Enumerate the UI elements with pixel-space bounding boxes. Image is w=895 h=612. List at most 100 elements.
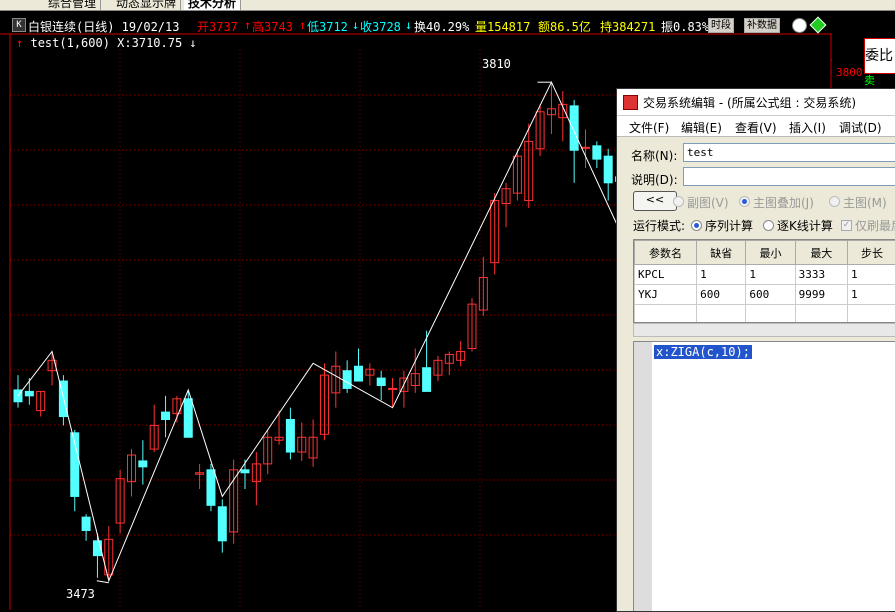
table-cell[interactable]: 1 (697, 265, 746, 285)
bid-ratio-box: 委比 (864, 38, 895, 74)
dialog-menubar: 文件(F) 编辑(E) 查看(V) 插入(I) 调试(D) (617, 116, 895, 137)
table-cell[interactable]: KPCL (635, 265, 697, 285)
radio-main-overlay-label: 主图叠加(J) (753, 194, 814, 211)
formula-indicator-line: ↑ test(1,600) X:3710.75 ↓ (16, 36, 197, 50)
radio-step-calc-label: 逐K线计算 (777, 217, 833, 234)
amount-value: 额86.5亿 (538, 18, 591, 35)
candle-body (162, 412, 170, 419)
collapse-button[interactable]: << (633, 191, 677, 211)
formula-code-editor[interactable]: x:ZIGA(c,10); (633, 341, 895, 612)
table-cell[interactable]: 600 (697, 285, 746, 305)
name-input[interactable]: test (683, 143, 895, 162)
trough-marker (97, 581, 109, 583)
candle-body (355, 366, 363, 381)
radio-main-overlay[interactable] (739, 196, 750, 207)
table-scrollbar[interactable] (633, 323, 895, 337)
open-value: 开3737 (197, 18, 238, 35)
down-arrow-icon: ↓ (352, 18, 359, 32)
radio-main-chart-label: 主图(M) (843, 194, 887, 211)
high-price-label: 3810 (482, 57, 511, 71)
hold-value: 持384271 (600, 18, 655, 35)
turnover-value: 换40.29% (414, 18, 469, 35)
candle-body (582, 147, 590, 148)
radio-subchart[interactable] (673, 196, 684, 207)
table-cell[interactable]: 600 (746, 285, 795, 305)
candle-body (139, 461, 147, 467)
candle-body (25, 391, 33, 395)
table-cell[interactable] (795, 305, 847, 324)
table-cell[interactable]: 9999 (795, 285, 847, 305)
table-cell[interactable]: 1 (746, 265, 795, 285)
col-default[interactable]: 缺省 (697, 241, 746, 265)
zigzag-line (18, 82, 620, 581)
menu-view[interactable]: 查看(V) (735, 119, 777, 136)
table-cell[interactable] (635, 305, 697, 324)
editor-gutter (634, 342, 652, 612)
name-label: 名称(N): (631, 147, 677, 164)
radio-subchart-label: 副图(V) (687, 194, 729, 211)
radio-sequence-calc-label: 序列计算 (705, 217, 753, 234)
table-header-row: 参数名 缺省 最小 最大 步长 (635, 241, 895, 265)
table-cell[interactable]: 3333 (795, 265, 847, 285)
table-cell[interactable] (697, 305, 746, 324)
menu-insert[interactable]: 插入(I) (789, 119, 826, 136)
col-param-name[interactable]: 参数名 (635, 241, 697, 265)
parameter-table[interactable]: 参数名 缺省 最小 最大 步长 KPCL 1 1 3333 1 YKJ 600 (633, 239, 895, 323)
high-value: 高3743 (252, 18, 293, 35)
candle-body (604, 156, 612, 183)
trading-system-editor-dialog: 交易系统编辑 - (所属公式组 : 交易系统) 文件(F) 编辑(E) 查看(V… (616, 88, 895, 612)
radio-main-chart[interactable] (829, 196, 840, 207)
col-min[interactable]: 最小 (746, 241, 795, 265)
candle-body (184, 399, 192, 437)
close-value: 收3728 (360, 18, 401, 35)
amplitude-value: 振0.83% (661, 18, 709, 35)
menu-edit[interactable]: 编辑(E) (681, 119, 722, 136)
col-max[interactable]: 最大 (795, 241, 847, 265)
run-mode-label: 运行模式: (633, 217, 685, 234)
table-cell[interactable]: 1 (848, 285, 895, 305)
radio-sequence-calc[interactable] (691, 220, 702, 231)
up-arrow-icon: ↑ (299, 18, 306, 32)
candle-body (286, 420, 294, 453)
menu-file[interactable]: 文件(F) (629, 119, 669, 136)
sell-label: 卖 (864, 72, 895, 86)
dialog-title-bar[interactable]: 交易系统编辑 - (所属公式组 : 交易系统) (617, 89, 895, 116)
candle-body (82, 517, 90, 530)
description-label: 说明(D): (631, 171, 678, 188)
candle-body (241, 470, 249, 473)
candle-body (570, 106, 578, 150)
description-input[interactable] (683, 167, 895, 186)
low-price-label: 3473 (66, 587, 95, 601)
table-row[interactable] (635, 305, 895, 324)
down-arrow-icon: ↓ (189, 36, 196, 50)
only-refresh-checkbox[interactable]: ✓ (841, 220, 852, 231)
candle-body (593, 146, 601, 159)
candle-body (377, 378, 385, 385)
up-arrow-icon: ↑ (244, 18, 251, 32)
candle-body (218, 507, 226, 541)
red-arrow-up-icon: ↑ (16, 36, 23, 50)
col-step[interactable]: 步长 (848, 241, 895, 265)
volume-value: 量154817 (475, 18, 530, 35)
only-refresh-label: 仅刷最后 (855, 217, 895, 234)
table-cell[interactable] (848, 305, 895, 324)
menu-debug[interactable]: 调试(D) (839, 119, 882, 136)
dialog-title: 交易系统编辑 - (所属公式组 : 交易系统) (643, 94, 856, 111)
period-button[interactable]: 时段 (708, 18, 734, 33)
table-row[interactable]: KPCL 1 1 3333 1 (635, 265, 895, 285)
formula-code-line[interactable]: x:ZIGA(c,10); (654, 345, 752, 359)
formula-text: test(1,600) X:3710.75 (30, 36, 182, 50)
fill-data-button[interactable]: 补数据 (744, 18, 780, 33)
table-cell[interactable]: 1 (848, 265, 895, 285)
table-cell[interactable]: YKJ (635, 285, 697, 305)
settings-icon[interactable] (792, 18, 807, 33)
candle-body (207, 470, 215, 506)
radio-step-calc[interactable] (763, 220, 774, 231)
symbol-label: 白银连续(日线) 19/02/13 (28, 18, 179, 35)
down-arrow-icon: ↓ (405, 18, 412, 32)
table-row[interactable]: YKJ 600 600 9999 1 (635, 285, 895, 305)
candle-body (423, 368, 431, 392)
candle-body (343, 371, 351, 389)
table-cell[interactable] (746, 305, 795, 324)
candle-body (389, 388, 397, 389)
